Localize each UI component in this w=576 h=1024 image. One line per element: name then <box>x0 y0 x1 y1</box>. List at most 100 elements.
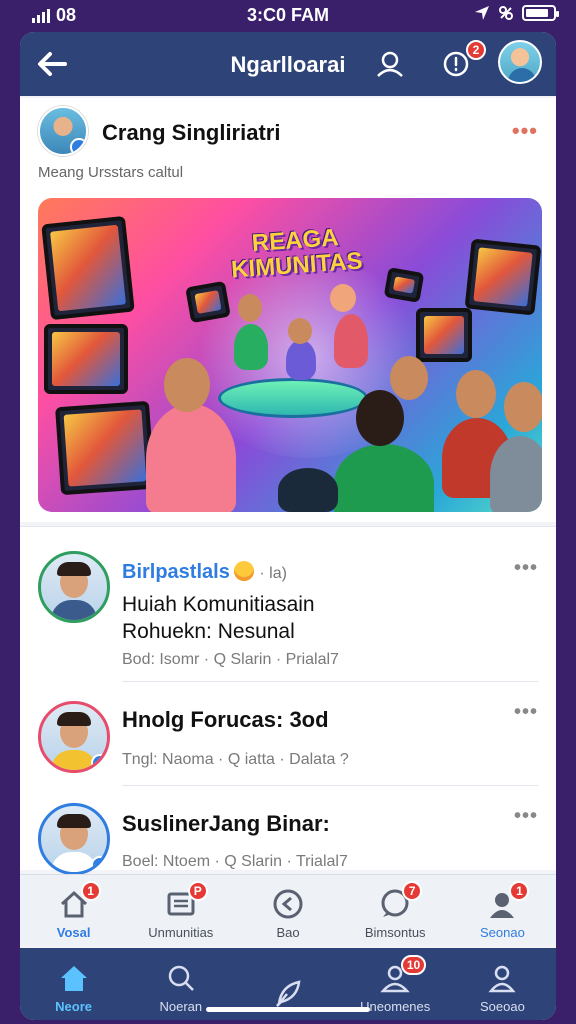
list-item-avatar[interactable] <box>38 701 110 773</box>
profile-icon: 1 <box>485 881 530 921</box>
tab-seonao[interactable]: 1 Seonao <box>449 875 556 946</box>
divider <box>122 681 538 682</box>
tab-badge: 1 <box>509 881 530 901</box>
tab-vosal[interactable]: 1 Vosal <box>20 875 127 946</box>
emoji-icon <box>233 561 254 581</box>
avatar-hair <box>57 814 91 828</box>
table-illustration <box>218 378 368 418</box>
tab-bimsontus[interactable]: 7 Bimsontus <box>342 875 449 946</box>
list-item-line1: Huiah Komunitiasain <box>122 593 315 616</box>
tab-label: Bao <box>276 925 300 940</box>
tab-badge: 1 <box>80 881 101 901</box>
person-illustration <box>390 356 428 400</box>
nav-home[interactable]: Neore <box>20 948 127 1020</box>
person-illustration <box>334 444 434 512</box>
chat-icon: 7 <box>378 881 423 921</box>
list-item-title-text: Birlpastlals <box>122 561 230 583</box>
list-item-meta: Tngl: Naoma · Q iatta · Dalata ? <box>122 751 349 768</box>
notification-icon[interactable]: 2 <box>438 40 486 82</box>
list-item-avatar[interactable] <box>38 803 110 875</box>
person-illustration <box>278 468 338 512</box>
tv-screen-illustration <box>41 215 135 321</box>
home-indicator[interactable] <box>206 1007 370 1012</box>
divider <box>122 785 538 786</box>
people-icon: 10 <box>378 955 427 995</box>
secondary-tab-bar: 1 Vosal P Unmunitias Bao 7 Bimsontus 1 S… <box>20 874 556 946</box>
list-item[interactable]: Birlpastlals · la) Huiah Komunitiasain R… <box>20 539 556 683</box>
tv-screen-illustration <box>416 308 472 362</box>
tab-bao[interactable]: Bao <box>234 875 341 946</box>
list-item-more-icon[interactable]: ••• <box>514 701 538 724</box>
person-illustration <box>146 404 236 512</box>
tab-label: Unmunitias <box>148 925 214 940</box>
tab-badge: P <box>187 881 208 901</box>
photo-card-illustration <box>383 267 425 303</box>
post-author-name[interactable]: Crang Singliriatri <box>102 120 280 146</box>
list-item-title-suffix: · la) <box>259 565 287 582</box>
list-item-avatar[interactable] <box>38 551 110 623</box>
profile-outline-icon[interactable] <box>372 46 408 82</box>
list-item-line2: Rohuekn: Nesunal <box>122 620 295 643</box>
person-illustration <box>356 390 404 446</box>
list-item-more-icon[interactable]: ••• <box>514 557 538 580</box>
search-icon <box>164 961 198 995</box>
app-frame: Ngarlloarai 2 Crang Singliriatri ••• Mea… <box>20 32 556 1020</box>
location-icon <box>475 6 489 20</box>
post-author-avatar[interactable] <box>38 106 88 156</box>
tv-screen-illustration <box>55 400 155 496</box>
person-illustration <box>238 294 262 322</box>
list-item-meta: Boel: Ntoem · Q Slarin · Trialal7 <box>122 853 348 870</box>
avatar-hair <box>57 562 91 576</box>
list-item-meta: Bod: Isomr · Q Slarin · Prialal7 <box>122 651 339 668</box>
nav-profile[interactable]: Soeoao <box>449 948 556 1020</box>
list-item-title[interactable]: SuslinerJang Binar: <box>122 811 330 837</box>
tab-label: Seonao <box>480 925 525 940</box>
nav-badge: 10 <box>400 955 427 975</box>
avatar-hair <box>57 712 91 726</box>
community-list: Birlpastlals · la) Huiah Komunitiasain R… <box>20 526 556 875</box>
person-illustration <box>288 318 312 344</box>
person-illustration <box>330 284 356 312</box>
home-icon <box>57 961 91 995</box>
top-header: Ngarlloarai 2 <box>20 32 556 96</box>
person-illustration <box>286 340 316 380</box>
person-icon <box>485 961 519 995</box>
list-item-more-icon[interactable]: ••• <box>514 805 538 828</box>
user-avatar[interactable] <box>498 40 542 84</box>
compass-icon <box>271 887 305 921</box>
wifi-icon <box>499 6 513 20</box>
feather-icon <box>271 976 305 1010</box>
tab-badge: 7 <box>402 881 423 901</box>
avatar-body <box>51 600 97 620</box>
list-item[interactable]: SuslinerJang Binar: Boel: Ntoem · Q Slar… <box>20 787 556 875</box>
person-illustration <box>504 382 542 432</box>
tv-screen-illustration <box>464 238 542 316</box>
post-more-icon[interactable]: ••• <box>512 118 538 144</box>
person-illustration <box>334 314 368 368</box>
person-illustration <box>490 436 542 512</box>
tab-label: Bimsontus <box>364 925 426 940</box>
verified-icon <box>91 856 107 872</box>
post-subtitle: Meang Ursstars caltul <box>38 164 184 181</box>
home-icon: 1 <box>57 881 101 921</box>
nav-label: Neore <box>55 999 93 1014</box>
battery-icon <box>522 5 559 21</box>
tab-unmunitias[interactable]: P Unmunitias <box>127 875 234 946</box>
nav-label: Uneomenes <box>360 999 431 1014</box>
nav-label: Noeran <box>159 999 203 1014</box>
tab-label: Vosal <box>56 925 91 940</box>
list-item-title[interactable]: Birlpastlals · la) <box>122 561 287 584</box>
status-right <box>474 5 559 21</box>
post-card: Crang Singliriatri ••• Meang Ursstars ca… <box>20 98 556 522</box>
nav-label: Soeoao <box>480 999 525 1014</box>
person-illustration <box>164 358 210 412</box>
bottom-nav-bar: Neore Noeran 10 Uneomenes Soeoao <box>20 948 556 1020</box>
post-hero-image[interactable]: REAGA KIMUNITAS <box>38 198 542 512</box>
verified-icon <box>70 138 86 154</box>
hero-title-art: REAGA KIMUNITAS <box>230 224 364 284</box>
person-illustration <box>234 324 268 370</box>
photo-card-illustration <box>185 280 231 324</box>
list-item-title[interactable]: Hnolg Forucas: 3od <box>122 707 329 733</box>
status-bar: 08 3:C0 FAM <box>0 0 576 30</box>
list-item[interactable]: Hnolg Forucas: 3od Tngl: Naoma · Q iatta… <box>20 683 556 787</box>
